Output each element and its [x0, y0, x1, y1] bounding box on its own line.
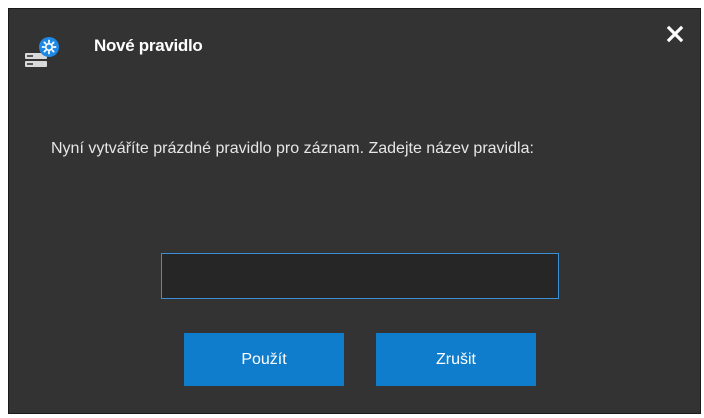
apply-button[interactable]: Použít — [184, 333, 344, 386]
server-gear-icon — [23, 37, 63, 69]
dialog-title: Nové pravidlo — [94, 36, 203, 55]
dialog-titlebar: Nové pravidlo — [9, 9, 700, 89]
dialog-message: Nyní vytváříte prázdné pravidlo pro zázn… — [51, 140, 534, 157]
cancel-button[interactable]: Zrušit — [376, 333, 536, 386]
new-rule-dialog: Nové pravidlo Nyní vytváříte prázdné pra… — [8, 8, 701, 414]
rule-name-input[interactable] — [161, 253, 559, 299]
close-icon[interactable] — [664, 23, 686, 45]
